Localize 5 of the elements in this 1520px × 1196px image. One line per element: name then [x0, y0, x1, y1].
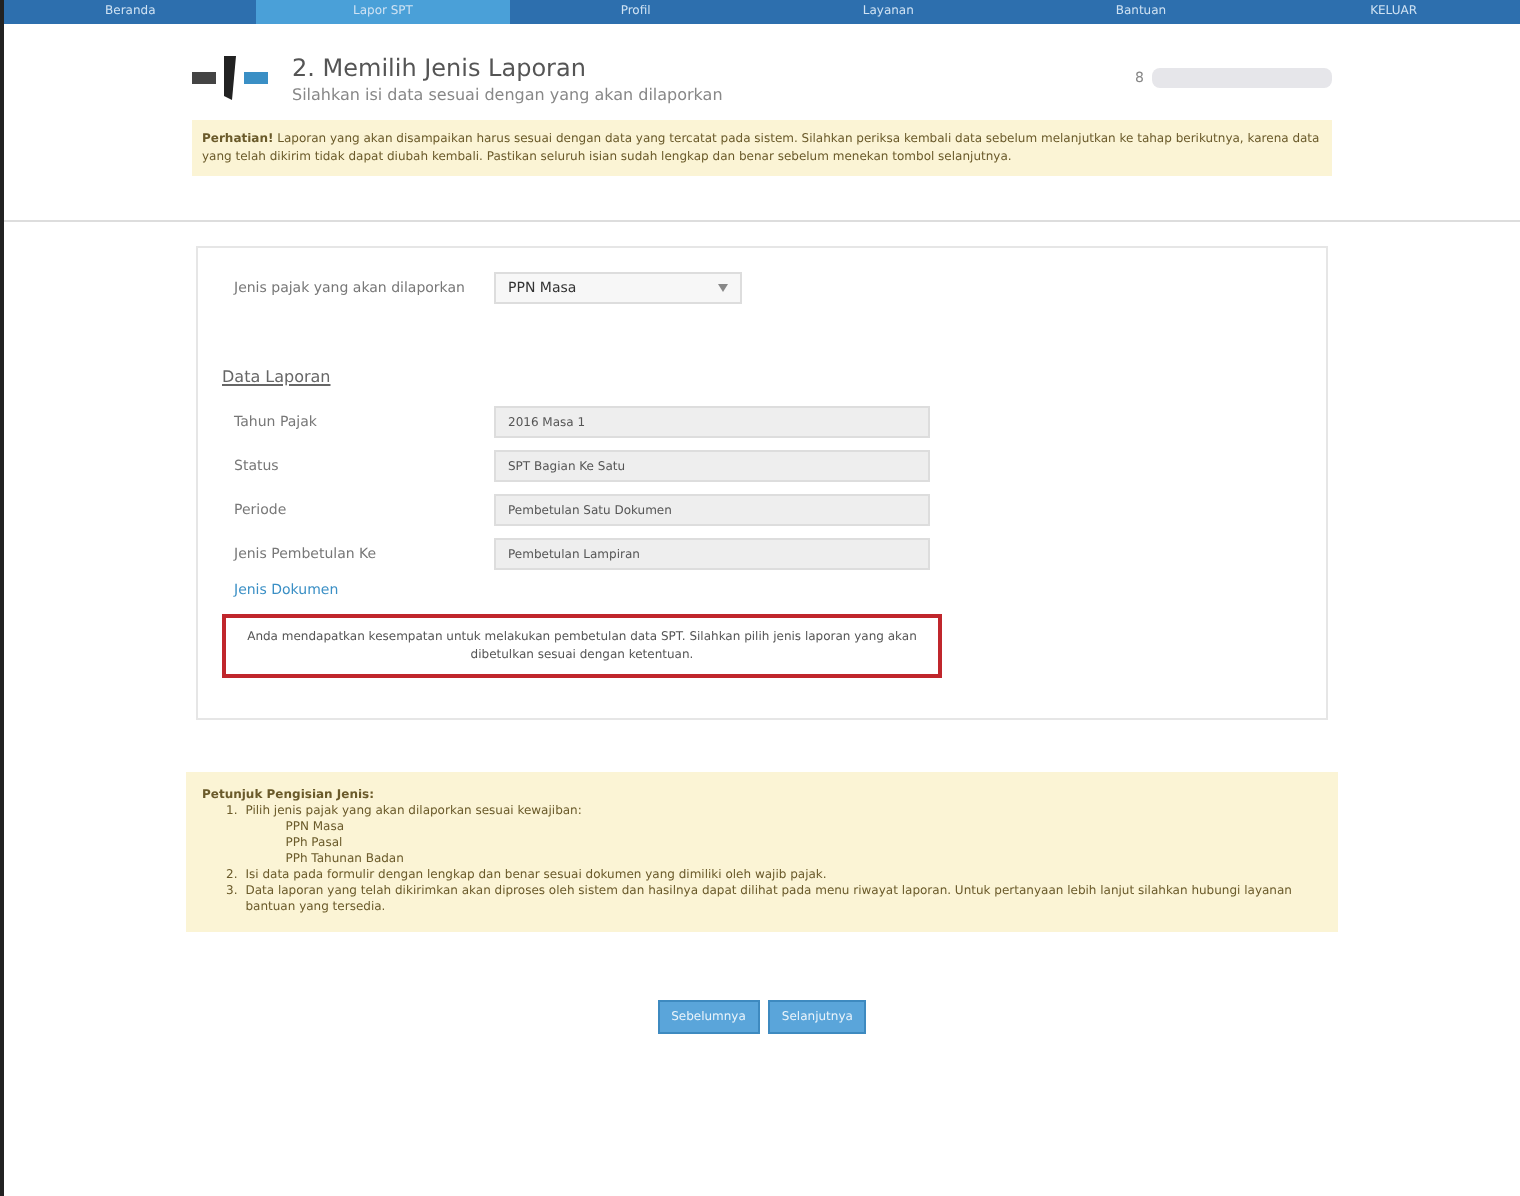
logo-icon — [192, 52, 272, 104]
step-subtitle: Silahkan isi data sesuai dengan yang akan dilaporkan — [292, 85, 725, 103]
step-title: 2. Memilih Jenis Laporan — [292, 53, 588, 81]
caret-icon — [718, 284, 728, 292]
section-title: Data Laporan — [222, 368, 333, 386]
